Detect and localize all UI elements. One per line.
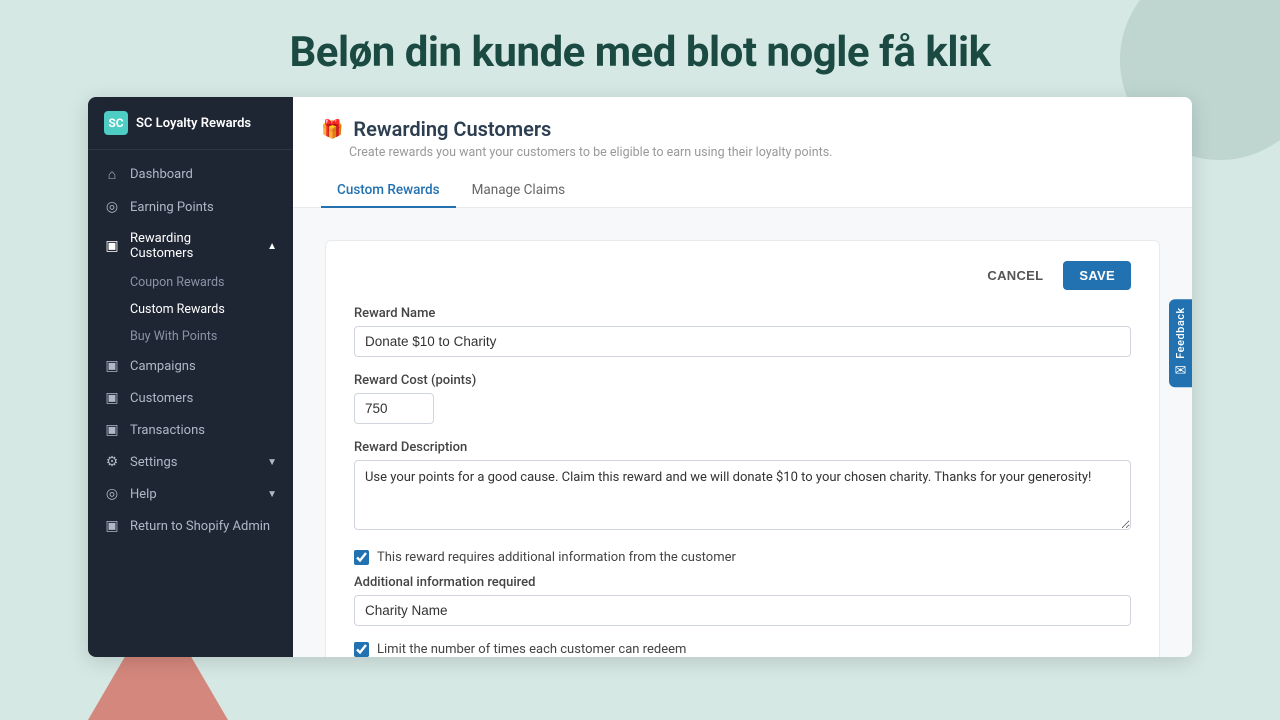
sidebar-item-label: Campaigns	[130, 359, 277, 374]
content-title: Rewarding Customers	[353, 117, 551, 141]
feedback-tab[interactable]: Feedback ✉	[1169, 300, 1192, 388]
sidebar-item-transactions[interactable]: ▣ Transactions	[88, 414, 293, 446]
transactions-icon: ▣	[104, 422, 120, 438]
reward-name-input[interactable]	[354, 326, 1131, 357]
reward-cost-input[interactable]	[354, 393, 434, 424]
custom-rewards-label: Custom Rewards	[130, 302, 225, 317]
sidebar-item-label: Rewarding Customers	[130, 231, 257, 261]
main-content: 🎁 Rewarding Customers Create rewards you…	[293, 97, 1192, 657]
tabs-bar: Custom Rewards Manage Claims	[321, 174, 1164, 207]
checkbox2-row: Limit the number of times each customer …	[354, 642, 1131, 657]
cancel-button[interactable]: CANCEL	[973, 261, 1057, 290]
save-button[interactable]: SAVE	[1063, 261, 1131, 290]
sidebar-item-earning-points[interactable]: ◎ Earning Points	[88, 191, 293, 223]
app-container: SC SC Loyalty Rewards ⌂ Dashboard ◎ Earn…	[88, 97, 1192, 657]
sidebar-item-return-shopify[interactable]: ▣ Return to Shopify Admin	[88, 510, 293, 542]
sidebar-sub-item-coupon-rewards[interactable]: Coupon Rewards	[88, 269, 293, 296]
coupon-rewards-label: Coupon Rewards	[130, 275, 224, 290]
logo-icon: SC	[104, 111, 128, 135]
dashboard-icon: ⌂	[104, 166, 120, 183]
settings-icon: ⚙	[104, 454, 120, 470]
reward-cost-label: Reward Cost (points)	[354, 373, 1131, 388]
feedback-icon: ✉	[1175, 363, 1187, 379]
form-area: CANCEL SAVE Reward Name Reward Cost (poi…	[325, 240, 1160, 657]
return-shopify-icon: ▣	[104, 518, 120, 534]
reward-cost-row: Reward Cost (points)	[354, 373, 1131, 424]
sidebar-sub-item-buy-with-points[interactable]: Buy With Points	[88, 323, 293, 350]
sidebar-item-label: Transactions	[130, 423, 277, 438]
sidebar-item-customers[interactable]: ▣ Customers	[88, 382, 293, 414]
sidebar-item-label: Return to Shopify Admin	[130, 519, 277, 534]
sidebar-nav: ⌂ Dashboard ◎ Earning Points ▣ Rewarding…	[88, 150, 293, 657]
tab-custom-rewards[interactable]: Custom Rewards	[321, 174, 456, 208]
reward-desc-row: Reward Description Use your points for a…	[354, 440, 1131, 534]
sidebar-sub-item-custom-rewards[interactable]: Custom Rewards	[88, 296, 293, 323]
reward-desc-textarea[interactable]: Use your points for a good cause. Claim …	[354, 460, 1131, 530]
logo-text: SC Loyalty Rewards	[136, 116, 251, 131]
sidebar: SC SC Loyalty Rewards ⌂ Dashboard ◎ Earn…	[88, 97, 293, 657]
page-header: Beløn din kunde med blot nogle få klik	[0, 0, 1280, 97]
checkbox2-label: Limit the number of times each customer …	[377, 642, 686, 657]
sidebar-item-label: Help	[130, 487, 257, 502]
checkbox1-row: This reward requires additional informat…	[354, 550, 1131, 626]
additional-info-section: Additional information required	[354, 575, 1131, 626]
feedback-label: Feedback	[1174, 308, 1187, 360]
sidebar-item-rewarding-customers[interactable]: ▣ Rewarding Customers ▲	[88, 223, 293, 269]
chevron-down-icon: ▼	[267, 457, 277, 468]
additional-info-checkbox[interactable]	[354, 550, 369, 565]
rewarding-icon: 🎁	[321, 119, 343, 140]
sidebar-logo: SC SC Loyalty Rewards	[88, 97, 293, 150]
sidebar-item-label: Earning Points	[130, 200, 277, 215]
customers-icon: ▣	[104, 390, 120, 406]
chevron-down-icon: ▼	[267, 489, 277, 500]
buy-with-points-label: Buy With Points	[130, 329, 217, 344]
checkbox1-label: This reward requires additional informat…	[377, 550, 736, 565]
reward-name-label: Reward Name	[354, 306, 1131, 321]
content-title-row: 🎁 Rewarding Customers	[321, 117, 1164, 141]
sidebar-item-settings[interactable]: ⚙ Settings ▼	[88, 446, 293, 478]
chevron-up-icon: ▲	[267, 241, 277, 252]
earning-points-icon: ◎	[104, 199, 120, 215]
reward-name-row: Reward Name	[354, 306, 1131, 357]
limit-per-customer-checkbox[interactable]	[354, 642, 369, 657]
help-icon: ◎	[104, 486, 120, 502]
rewarding-customers-icon: ▣	[104, 238, 120, 254]
tab-manage-claims[interactable]: Manage Claims	[456, 174, 582, 208]
sidebar-item-help[interactable]: ◎ Help ▼	[88, 478, 293, 510]
additional-info-label: Additional information required	[354, 575, 1131, 590]
additional-info-input[interactable]	[354, 595, 1131, 626]
sidebar-item-label: Dashboard	[130, 167, 277, 182]
sidebar-item-label: Settings	[130, 455, 257, 470]
sidebar-item-label: Customers	[130, 391, 277, 406]
content-header: 🎁 Rewarding Customers Create rewards you…	[293, 97, 1192, 208]
sidebar-item-dashboard[interactable]: ⌂ Dashboard	[88, 158, 293, 191]
content-subtitle: Create rewards you want your customers t…	[321, 145, 1164, 160]
sidebar-item-campaigns[interactable]: ▣ Campaigns	[88, 350, 293, 382]
campaigns-icon: ▣	[104, 358, 120, 374]
hero-title: Beløn din kunde med blot nogle få klik	[0, 28, 1280, 77]
reward-desc-label: Reward Description	[354, 440, 1131, 455]
